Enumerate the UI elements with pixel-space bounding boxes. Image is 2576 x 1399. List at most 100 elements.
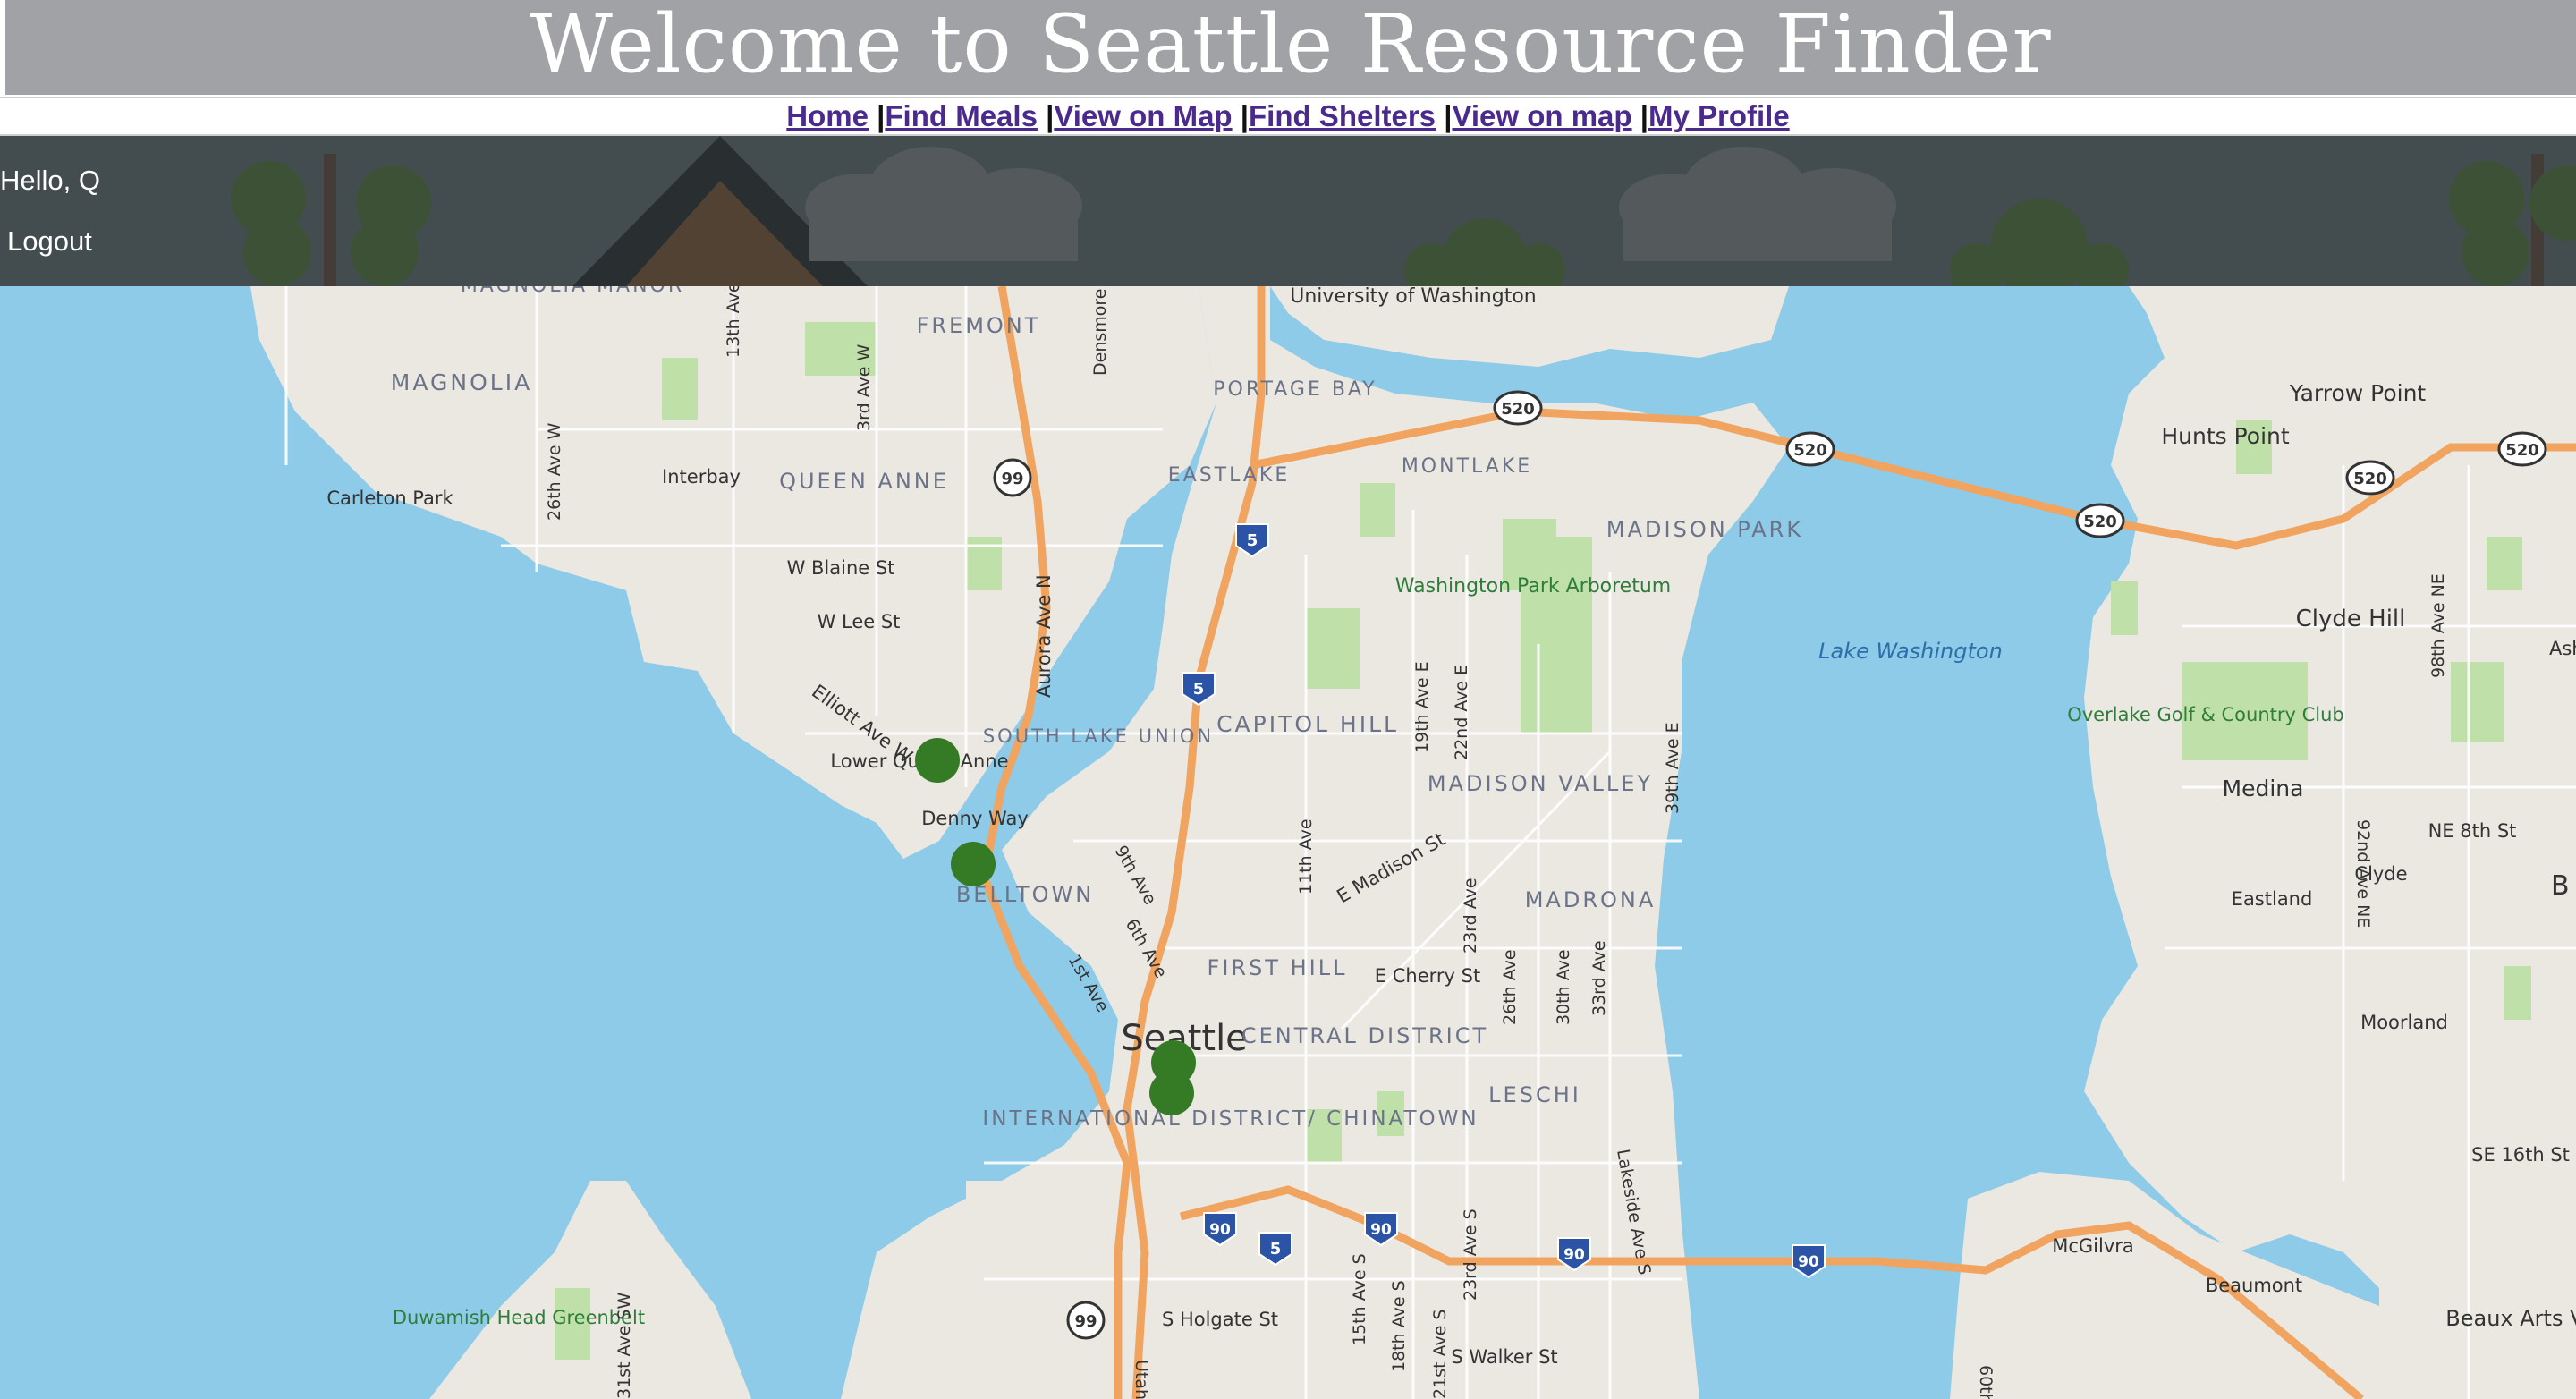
label-capitol-hill: CAPITOL HILL (1216, 711, 1399, 737)
harbor-island (966, 1181, 1038, 1399)
svg-text:520: 520 (1793, 441, 1827, 460)
label-ne-8th: NE 8th St (2428, 820, 2517, 842)
label-19th-ave: 19th Ave E (1412, 661, 1432, 753)
label-madrona: MADRONA (1525, 887, 1657, 912)
svg-text:90: 90 (1209, 1221, 1231, 1239)
svg-text:520: 520 (1501, 400, 1535, 419)
label-fremont: FREMONT (917, 313, 1041, 338)
label-lake-washington: Lake Washington (1818, 639, 2003, 664)
hwy-99-shield: 99 (993, 458, 1032, 497)
label-magnolia: MAGNOLIA (391, 369, 532, 395)
svg-text:90: 90 (1798, 1253, 1819, 1271)
resource-marker[interactable] (1149, 1071, 1194, 1115)
label-98th-ave: 98th Ave NE (2428, 573, 2448, 678)
label-11th-ave: 11th Ave (1296, 818, 1316, 895)
label-montlake: MONTLAKE (1402, 455, 1532, 478)
label-medina: Medina (2223, 776, 2304, 801)
label-portage-bay: PORTAGE BAY (1213, 378, 1377, 401)
hwy-520-shield: 520 (2497, 431, 2547, 467)
svg-text:99: 99 (1001, 470, 1023, 488)
label-madison-park: MADISON PARK (1606, 517, 1803, 542)
resource-marker[interactable] (951, 842, 996, 886)
svg-text:90: 90 (1563, 1246, 1585, 1264)
label-w-blaine: W Blaine St (787, 557, 895, 579)
label-23rd-ave-s: 23rd Ave S (1461, 1208, 1480, 1301)
label-eastland: Eastland (2232, 888, 2313, 910)
label-beaumont: Beaumont (2206, 1275, 2302, 1296)
label-92nd-ave: 92nd Ave NE (2353, 819, 2373, 928)
label-hunts-point: Hunts Point (2161, 423, 2290, 449)
label-overlake: Overlake Golf & Country Club (2067, 704, 2344, 725)
label-aurora: Aurora Ave N (1033, 574, 1055, 698)
hwy-520-shield: 520 (1785, 431, 1835, 467)
label-central-district: CENTRAL DISTRICT (1241, 1023, 1488, 1048)
svg-text:520: 520 (2505, 441, 2539, 460)
svg-text:5: 5 (1270, 1240, 1282, 1259)
nav-meals-map-link[interactable]: View on Map (1054, 99, 1232, 132)
label-magnolia-manor: MAGNOLIA MANOR (461, 286, 684, 297)
nav-shelters-map-link[interactable]: View on map (1452, 99, 1631, 132)
label-university: University of Washington (1290, 286, 1536, 308)
nav-find-meals-link[interactable]: Find Meals (885, 99, 1038, 132)
label-b: B (2551, 870, 2570, 902)
label-13th-ave: 13th Ave (724, 286, 743, 358)
label-mcgilvra: McGilvra (2052, 1235, 2134, 1257)
svg-text:90: 90 (1370, 1221, 1392, 1239)
hwy-520-shield: 520 (2075, 503, 2125, 538)
map-canvas[interactable]: 520 520 520 520 520 99 99 5 5 5 90 90 90… (0, 286, 2576, 1399)
label-carleton-park: Carleton Park (326, 488, 453, 509)
svg-text:5: 5 (1193, 680, 1205, 699)
label-first-hill: FIRST HILL (1208, 955, 1348, 980)
label-south-lake-union: SOUTH LAKE UNION (983, 725, 1214, 747)
label-clyde-hill: Clyde Hill (2296, 606, 2406, 632)
label-queen-anne: QUEEN ANNE (779, 469, 949, 494)
header-banner: Welcome to Seattle Resource Finder (5, 0, 2576, 95)
label-18th-ave-s: 18th Ave S (1389, 1280, 1409, 1372)
label-15th-ave-s: 15th Ave S (1350, 1253, 1369, 1345)
nav-find-shelters-link[interactable]: Find Shelters (1249, 99, 1436, 132)
label-moorland: Moorland (2360, 1012, 2448, 1033)
label-leschi: LESCHI (1488, 1082, 1581, 1107)
label-se-16th: SE 16th St (2471, 1144, 2570, 1166)
label-densmore: Densmore (1090, 289, 1110, 376)
hwy-520-shield: 520 (2345, 460, 2395, 496)
label-utah-ave: Utah Ave S (1131, 1360, 1151, 1399)
nav-separator: | (877, 99, 886, 132)
svg-text:520: 520 (2353, 470, 2387, 488)
nav-separator: | (1640, 99, 1648, 132)
label-beaux-arts: Beaux Arts Village (2445, 1306, 2576, 1331)
svg-text:520: 520 (2083, 513, 2117, 531)
nav-my-profile-link[interactable]: My Profile (1648, 99, 1790, 132)
label-duwamish: Duwamish Head Greenbelt (393, 1307, 645, 1328)
decorative-background (0, 136, 2576, 286)
label-30th-ave: 30th Ave (1554, 949, 1573, 1025)
label-s-holgate: S Holgate St (1162, 1309, 1278, 1330)
label-21st-ave-s: 21st Ave S (1430, 1310, 1450, 1399)
label-39th-ave: 39th Ave E (1663, 722, 1682, 814)
hwy-520-shield: 520 (1493, 390, 1543, 426)
label-arboretum: Washington Park Arboretum (1395, 575, 1671, 598)
nav-home-link[interactable]: Home (786, 99, 869, 132)
user-greeting: Hello, Q (0, 165, 100, 196)
nav-separator: | (1240, 99, 1249, 132)
label-denny-way: Denny Way (921, 808, 1029, 829)
nav-separator: | (1046, 99, 1055, 132)
label-3rd-ave-w: 3rd Ave W (854, 343, 874, 431)
main-nav: Home |Find Meals |View on Map |Find Shel… (0, 97, 2576, 136)
label-26th-ave-w: 26th Ave W (545, 422, 564, 521)
label-eastlake: EASTLAKE (1168, 464, 1291, 487)
map-view[interactable]: 520 520 520 520 520 99 99 5 5 5 90 90 90… (0, 286, 2576, 1399)
svg-text:99: 99 (1074, 1312, 1097, 1331)
label-yarrow-point: Yarrow Point (2289, 380, 2427, 406)
label-23rd-ave: 23rd Ave (1461, 878, 1480, 954)
logout-link[interactable]: Logout (7, 225, 92, 258)
label-60th-ave: 60th Ave SE (1976, 1365, 1996, 1399)
label-international-district: INTERNATIONAL DISTRICT/ CHINATOWN (982, 1107, 1479, 1131)
label-22nd-ave: 22nd Ave E (1452, 665, 1471, 760)
resource-marker[interactable] (915, 738, 960, 783)
label-madison-valley: MADISON VALLEY (1428, 771, 1653, 796)
page-title: Welcome to Seattle Resource Finder (530, 0, 2052, 91)
label-s-walker: S Walker St (1451, 1346, 1557, 1368)
label-33rd-ave: 33rd Ave (1589, 940, 1609, 1016)
svg-text:5: 5 (1247, 531, 1258, 550)
